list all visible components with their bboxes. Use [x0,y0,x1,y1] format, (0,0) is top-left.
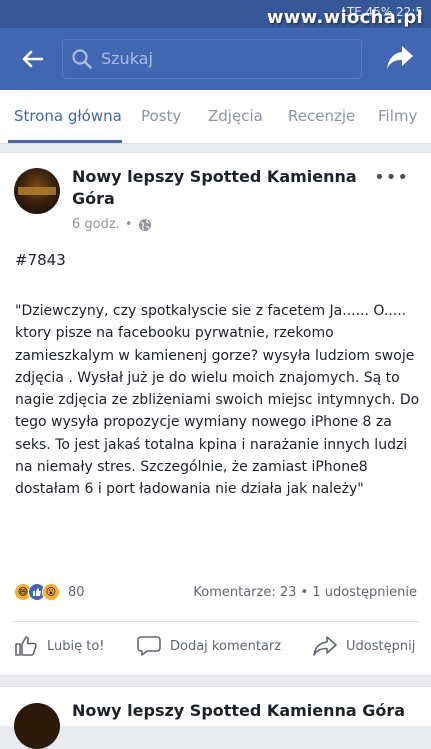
tab-photos[interactable]: Zdjęcia [208,107,263,125]
active-tab-indicator [8,140,122,143]
like-button[interactable]: Lubię to! [14,635,105,657]
share-label: Udostępnij [346,638,416,654]
tab-posts[interactable]: Posty [141,107,181,125]
post-time[interactable]: 6 godz. [72,217,120,232]
page-tabs: Strona główna Posty Zdjęcia Recenzje Fil… [0,90,431,144]
post-text: "Dziewczyny, czy spotkalyscie sie z face… [15,303,420,498]
next-post-card: Nowy lepszy Spotted Kamienna Góra [0,686,431,749]
top-navbar: Szukaj [0,28,431,90]
back-arrow-icon [22,50,43,68]
comment-icon [137,636,161,656]
post-hashtag[interactable]: #7843 [15,251,66,269]
post-meta: 6 godz. • [72,217,152,232]
comment-button[interactable]: Dodaj komentarz [137,635,281,657]
tab-videos[interactable]: Filmy [378,107,417,125]
page-name-link[interactable]: Nowy lepszy Spotted Kamienna Góra [72,166,372,210]
search-placeholder: Szukaj [101,49,153,68]
post-options-button[interactable]: ••• [374,167,409,188]
post-card: Nowy lepszy Spotted Kamienna Góra 6 godz… [0,152,431,676]
thumbs-up-icon [15,636,37,656]
comment-label: Dodaj komentarz [170,638,282,654]
meta-dot: • [124,217,133,232]
avatar-logo-band [18,187,56,195]
next-page-avatar[interactable] [14,703,60,749]
post-stats[interactable]: Komentarze: 23 • 1 udostępnienie [193,585,417,600]
reactions-summary[interactable]: 😄 😮 80 [14,583,85,601]
globe-icon [138,218,151,231]
actions-divider [12,621,419,622]
next-page-name[interactable]: Nowy lepszy Spotted Kamienna Góra [72,701,405,720]
wow-reaction-icon: 😮 [42,583,60,601]
search-icon [72,49,92,69]
share-arrow-icon [387,46,413,69]
tab-reviews[interactable]: Recenzje [288,107,355,125]
share-button[interactable]: Udostępnij [313,635,415,657]
share-page-button[interactable] [385,43,415,77]
search-input[interactable]: Szukaj [62,39,362,79]
reaction-count: 80 [68,584,85,600]
like-label: Lubię to! [47,638,105,654]
page-avatar[interactable] [14,168,60,214]
tab-home[interactable]: Strona główna [14,107,122,125]
share-icon [313,636,337,656]
watermark: www.wiocha.pl [266,7,423,28]
back-button[interactable] [14,42,50,76]
